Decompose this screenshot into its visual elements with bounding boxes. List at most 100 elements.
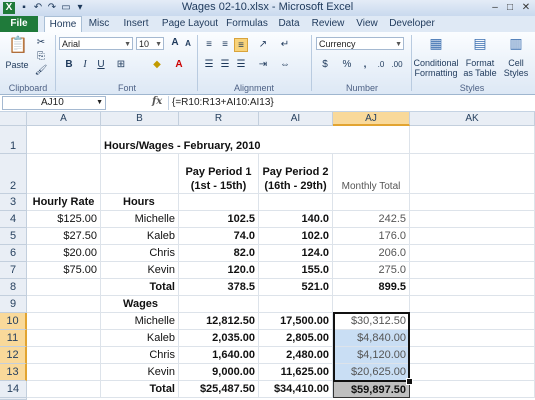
row-header-10[interactable]: 10 — [0, 313, 27, 330]
select-all-corner[interactable] — [0, 112, 27, 126]
format-as-table-icon[interactable]: ▤ — [472, 36, 488, 52]
cell-aj8[interactable]: 899.5 — [333, 279, 410, 296]
column-header-b[interactable]: B — [101, 112, 179, 126]
cell-aj9[interactable] — [333, 296, 410, 313]
row-header-13[interactable]: 13 — [0, 364, 27, 381]
cell-ak5[interactable] — [410, 228, 535, 245]
cut-icon[interactable]: ✂ — [34, 36, 48, 50]
column-header-r[interactable]: R — [179, 112, 259, 126]
cell-ai6[interactable]: 124.0 — [259, 245, 333, 262]
cell-ak9[interactable] — [410, 296, 535, 313]
cell-a5[interactable]: $27.50 — [27, 228, 101, 245]
insert-function-icon[interactable]: fx — [152, 96, 162, 107]
align-left-icon[interactable]: ☰ — [202, 58, 216, 72]
column-header-a[interactable]: A — [27, 112, 101, 126]
row-header-12[interactable]: 12 — [0, 347, 27, 364]
fill-handle[interactable] — [406, 378, 413, 385]
cell-aj11[interactable]: $4,840.00 — [333, 330, 410, 347]
cell-b2[interactable] — [101, 154, 179, 194]
cell-b7[interactable]: Kevin — [101, 262, 179, 279]
cell-ai5[interactable]: 102.0 — [259, 228, 333, 245]
cell-r3[interactable] — [179, 194, 259, 211]
align-bottom-icon[interactable]: ≡ — [234, 38, 248, 52]
cell-styles-label[interactable]: Cell — [500, 58, 532, 68]
row-header-8[interactable]: 8 — [0, 279, 27, 296]
align-top-icon[interactable]: ≡ — [202, 38, 216, 52]
tab-page-layout[interactable]: Page Layout — [160, 16, 220, 32]
cell-r11[interactable]: 2,035.00 — [179, 330, 259, 347]
cell-a10[interactable] — [27, 313, 101, 330]
italic-icon[interactable]: I — [78, 58, 92, 72]
currency-icon[interactable]: $ — [318, 58, 332, 72]
cell-ak3[interactable] — [410, 194, 535, 211]
cell-b13[interactable]: Kevin — [101, 364, 179, 381]
tab-insert[interactable]: Insert — [118, 16, 154, 32]
row-header-3[interactable]: 3 — [0, 194, 27, 211]
maximize-icon[interactable]: □ — [503, 2, 517, 14]
grow-font-icon[interactable]: A — [168, 36, 182, 50]
orientation-icon[interactable]: ↗ — [256, 38, 270, 52]
align-middle-icon[interactable]: ≡ — [218, 38, 232, 52]
cell-r10[interactable]: 12,812.50 — [179, 313, 259, 330]
close-icon[interactable]: ✕ — [519, 2, 533, 14]
column-header-ai[interactable]: AI — [259, 112, 333, 126]
cell-ak11[interactable] — [410, 330, 535, 347]
row-header-2[interactable]: 2 — [0, 154, 27, 194]
percent-icon[interactable]: % — [340, 58, 354, 72]
cell-ai10[interactable]: 17,500.00 — [259, 313, 333, 330]
bold-icon[interactable]: B — [62, 58, 76, 72]
font-size-combo[interactable]: 10 ▼ — [136, 37, 164, 50]
cell-ak13[interactable] — [410, 364, 535, 381]
wrap-text-icon[interactable]: ↵ — [278, 38, 292, 52]
increase-decimal-icon[interactable]: .0 — [374, 58, 388, 72]
cell-b6[interactable]: Chris — [101, 245, 179, 262]
align-right-icon[interactable]: ☰ — [234, 58, 248, 72]
cell-ai4[interactable]: 140.0 — [259, 211, 333, 228]
cell-ak2[interactable] — [410, 154, 535, 194]
tab-review[interactable]: Review — [308, 16, 348, 32]
tab-developer[interactable]: Developer — [386, 16, 438, 32]
cell-aj4[interactable]: 242.5 — [333, 211, 410, 228]
cell-aj5[interactable]: 176.0 — [333, 228, 410, 245]
cell-ai3[interactable] — [259, 194, 333, 211]
conditional-formatting-label-2[interactable]: Formatting — [412, 68, 460, 78]
cell-r9[interactable] — [179, 296, 259, 313]
cell-b10[interactable]: Michelle — [101, 313, 179, 330]
cell-r13[interactable]: 9,000.00 — [179, 364, 259, 381]
row-header-9[interactable]: 9 — [0, 296, 27, 313]
cell-r5[interactable]: 74.0 — [179, 228, 259, 245]
cell-b11[interactable]: Kaleb — [101, 330, 179, 347]
cell-b14[interactable]: Total — [101, 381, 179, 398]
cell-a4[interactable]: $125.00 — [27, 211, 101, 228]
cell-ai13[interactable]: 11,625.00 — [259, 364, 333, 381]
cell-aj14[interactable]: $59,897.50 — [333, 381, 410, 398]
cell-ak4[interactable] — [410, 211, 535, 228]
comma-style-icon[interactable]: , — [358, 58, 372, 72]
row-header-6[interactable]: 6 — [0, 245, 27, 262]
cell-b4[interactable]: Michelle — [101, 211, 179, 228]
paste-button[interactable]: Paste — [4, 60, 30, 70]
cell-styles-label-2[interactable]: Styles — [500, 68, 532, 78]
number-format-combo[interactable]: Currency ▼ — [316, 37, 404, 50]
row-header-14[interactable]: 14 — [0, 381, 27, 398]
font-color-icon[interactable]: A — [172, 58, 186, 72]
cell-aj10[interactable]: $30,312.50 — [333, 313, 410, 330]
cell-aj1[interactable] — [333, 126, 410, 154]
tab-view[interactable]: View — [352, 16, 382, 32]
row-header-7[interactable]: 7 — [0, 262, 27, 279]
cell-ak8[interactable] — [410, 279, 535, 296]
cell-a2[interactable] — [27, 154, 101, 194]
format-as-table-label[interactable]: Format — [462, 58, 498, 68]
cell-ai11[interactable]: 2,805.00 — [259, 330, 333, 347]
column-header-aj[interactable]: AJ — [333, 112, 410, 126]
merge-center-icon[interactable]: ⇔ — [278, 58, 292, 72]
cell-a12[interactable] — [27, 347, 101, 364]
cell-a13[interactable] — [27, 364, 101, 381]
formula-input[interactable]: {=R10:R13+AI10:AI13} — [168, 96, 535, 110]
name-box[interactable]: AJ10 ▼ — [2, 96, 106, 110]
row-header-4[interactable]: 4 — [0, 211, 27, 228]
cell-ai2[interactable]: Pay Period 2 (16th - 29th) — [259, 154, 333, 194]
minimize-icon[interactable]: – — [488, 2, 502, 14]
cell-ai9[interactable] — [259, 296, 333, 313]
tab-home[interactable]: Home — [44, 16, 82, 33]
